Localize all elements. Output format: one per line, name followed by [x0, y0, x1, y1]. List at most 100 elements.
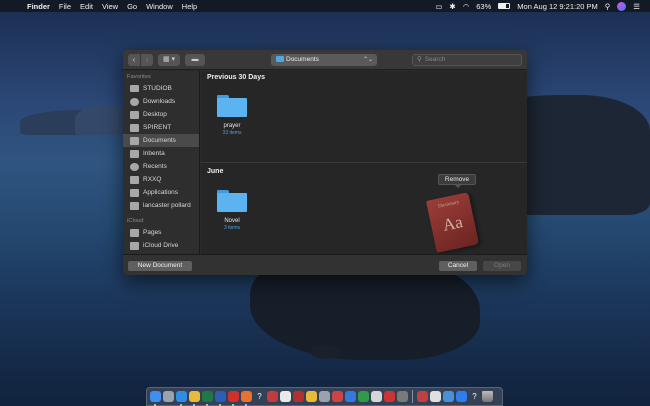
sidebar: Favorites STUDIOB Downloads Desktop SPIRENT…	[123, 71, 200, 254]
sidebar-item-inbenta[interactable]: Inbenta	[123, 147, 199, 160]
dock-app-icon[interactable]	[332, 391, 343, 402]
sidebar-item-downloads[interactable]: Downloads	[123, 95, 199, 108]
siri-icon[interactable]	[617, 1, 627, 11]
sidebar-item-desktop[interactable]: Desktop	[123, 108, 199, 121]
new-folder-button[interactable]: ▬	[185, 54, 205, 66]
battery-icon[interactable]	[498, 3, 511, 9]
dictionary-glyph: Aa	[441, 212, 465, 235]
folder-name: Novel	[224, 218, 240, 224]
folder-prayer[interactable]: prayer 33 items	[212, 95, 252, 136]
dock-app-icon[interactable]	[397, 391, 408, 402]
sidebar-item-spirent[interactable]: SPIRENT	[123, 121, 199, 134]
dock-trash-icon[interactable]	[482, 391, 493, 402]
folder-icon	[217, 190, 247, 212]
dock-app-icon[interactable]	[443, 391, 454, 402]
sidebar-item-label: Documents	[143, 137, 176, 144]
open-button[interactable]: Open	[483, 261, 521, 271]
folder-name: prayer	[223, 123, 241, 129]
dock-app-icon[interactable]	[293, 391, 304, 402]
sidebar-item-documents[interactable]: Documents	[123, 134, 199, 147]
menu-file[interactable]: File	[59, 2, 71, 11]
dock-app-icon[interactable]	[417, 391, 428, 402]
search-icon: ⚲	[417, 56, 422, 63]
folder-item-count: 3 items	[223, 225, 241, 231]
folder-item-count: 33 items	[222, 130, 242, 136]
dock-opera-icon[interactable]	[228, 391, 239, 406]
dock-firefox-icon[interactable]	[241, 391, 252, 406]
sidebar-item-label: Downloads	[143, 98, 176, 105]
sidebar-item-label: STUDIOB	[143, 85, 172, 92]
menu-go[interactable]: Go	[127, 2, 137, 11]
notification-center-icon[interactable]: ☰	[633, 2, 640, 11]
dock-help-icon[interactable]: ?	[254, 391, 265, 402]
sidebar-item-rxxq[interactable]: RXXQ	[123, 173, 199, 186]
dictionary-app-icon[interactable]: Dictionary Aa	[425, 192, 480, 253]
menu-edit[interactable]: Edit	[80, 2, 93, 11]
folder-novel[interactable]: Novel 3 items	[212, 190, 252, 231]
dock-word-icon[interactable]	[215, 391, 226, 406]
grid-view-icon: ▦ ▾	[162, 56, 176, 63]
dialog-button-bar: New Document Cancel Open	[123, 254, 527, 275]
dock-numbers-icon[interactable]	[358, 391, 369, 402]
dock-app-icon[interactable]	[384, 391, 395, 402]
app-menu[interactable]: Finder	[27, 2, 50, 11]
icloud-header: iCloud	[127, 218, 144, 224]
updown-chevron-icon: ⌃⌄	[362, 57, 373, 63]
sidebar-item-label: RXXQ	[143, 176, 162, 183]
dialog-toolbar: ‹ › ▦ ▾ ▬ Documents ⌃⌄ ⚲ Search	[123, 50, 527, 70]
sidebar-item-label: Applications	[143, 189, 179, 196]
menu-help[interactable]: Help	[182, 2, 197, 11]
sidebar-item-recents[interactable]: Recents	[123, 160, 199, 173]
folder-icon	[130, 123, 139, 132]
cancel-button[interactable]: Cancel	[439, 261, 477, 271]
forward-button[interactable]: ›	[141, 54, 153, 66]
dock-app-icon[interactable]	[280, 391, 291, 402]
menu-window[interactable]: Window	[146, 2, 173, 11]
dock-excel-icon[interactable]	[202, 391, 213, 406]
folder-icon	[217, 95, 247, 117]
battery-percent[interactable]: 63%	[476, 2, 491, 11]
dock-launchpad-icon[interactable]	[163, 391, 174, 402]
location-popup[interactable]: Documents ⌃⌄	[271, 54, 377, 66]
dock-help-icon[interactable]: ?	[469, 391, 480, 402]
bluetooth-icon[interactable]: ✱	[449, 2, 455, 11]
new-document-button[interactable]: New Document	[128, 261, 192, 271]
menu-view[interactable]: View	[102, 2, 118, 11]
airplay-icon[interactable]: ▭	[435, 2, 442, 11]
dock-app-icon[interactable]	[371, 391, 382, 402]
dock-app-icon[interactable]	[430, 391, 441, 402]
search-placeholder: Search	[424, 56, 446, 63]
wallpaper-rock	[310, 345, 340, 359]
folder-icon: ▬	[191, 56, 199, 63]
search-field[interactable]: ⚲ Search	[412, 54, 522, 66]
view-options-button[interactable]: ▦ ▾	[158, 54, 180, 66]
folder-icon	[130, 149, 139, 158]
section-divider	[201, 162, 527, 163]
sidebar-item-applications[interactable]: Applications	[123, 186, 199, 199]
sidebar-item-pages[interactable]: Pages	[123, 226, 199, 239]
recents-icon	[130, 162, 139, 171]
sidebar-item-lancaster-pollard[interactable]: lancaster pollard	[123, 199, 199, 212]
dock-photo-booth-icon[interactable]	[267, 391, 278, 402]
status-area: ▭ ✱ ◠ 63% Mon Aug 12 9:21:20 PM ⚲ ☰	[435, 0, 640, 12]
sidebar-item-icloud-drive[interactable]: iCloud Drive	[123, 239, 199, 252]
sidebar-item-label: Recents	[143, 163, 167, 170]
dictionary-word: Dictionary	[437, 200, 460, 210]
sidebar-item-label: iCloud Drive	[143, 242, 179, 249]
dock-app-icon[interactable]	[319, 391, 330, 402]
sidebar-item-label: Pages	[143, 229, 162, 236]
sidebar-item-studiob[interactable]: STUDIOB	[123, 82, 199, 95]
dock-safari-icon[interactable]	[176, 391, 187, 406]
open-dialog: ‹ › ▦ ▾ ▬ Documents ⌃⌄ ⚲ Search Favorites…	[123, 50, 527, 275]
dock-keynote-icon[interactable]	[345, 391, 356, 402]
documents-icon	[130, 136, 139, 145]
wifi-icon[interactable]: ◠	[463, 2, 470, 11]
spotlight-icon[interactable]: ⚲	[605, 2, 611, 11]
dock-appstore-icon[interactable]	[456, 391, 467, 402]
dock-chrome-icon[interactable]	[189, 391, 200, 406]
datetime[interactable]: Mon Aug 12 9:21:20 PM	[517, 2, 597, 11]
dock-chrome-icon[interactable]	[306, 391, 317, 402]
dock-separator	[412, 390, 413, 403]
dock-finder-icon[interactable]	[150, 391, 161, 406]
back-button[interactable]: ‹	[128, 54, 140, 66]
